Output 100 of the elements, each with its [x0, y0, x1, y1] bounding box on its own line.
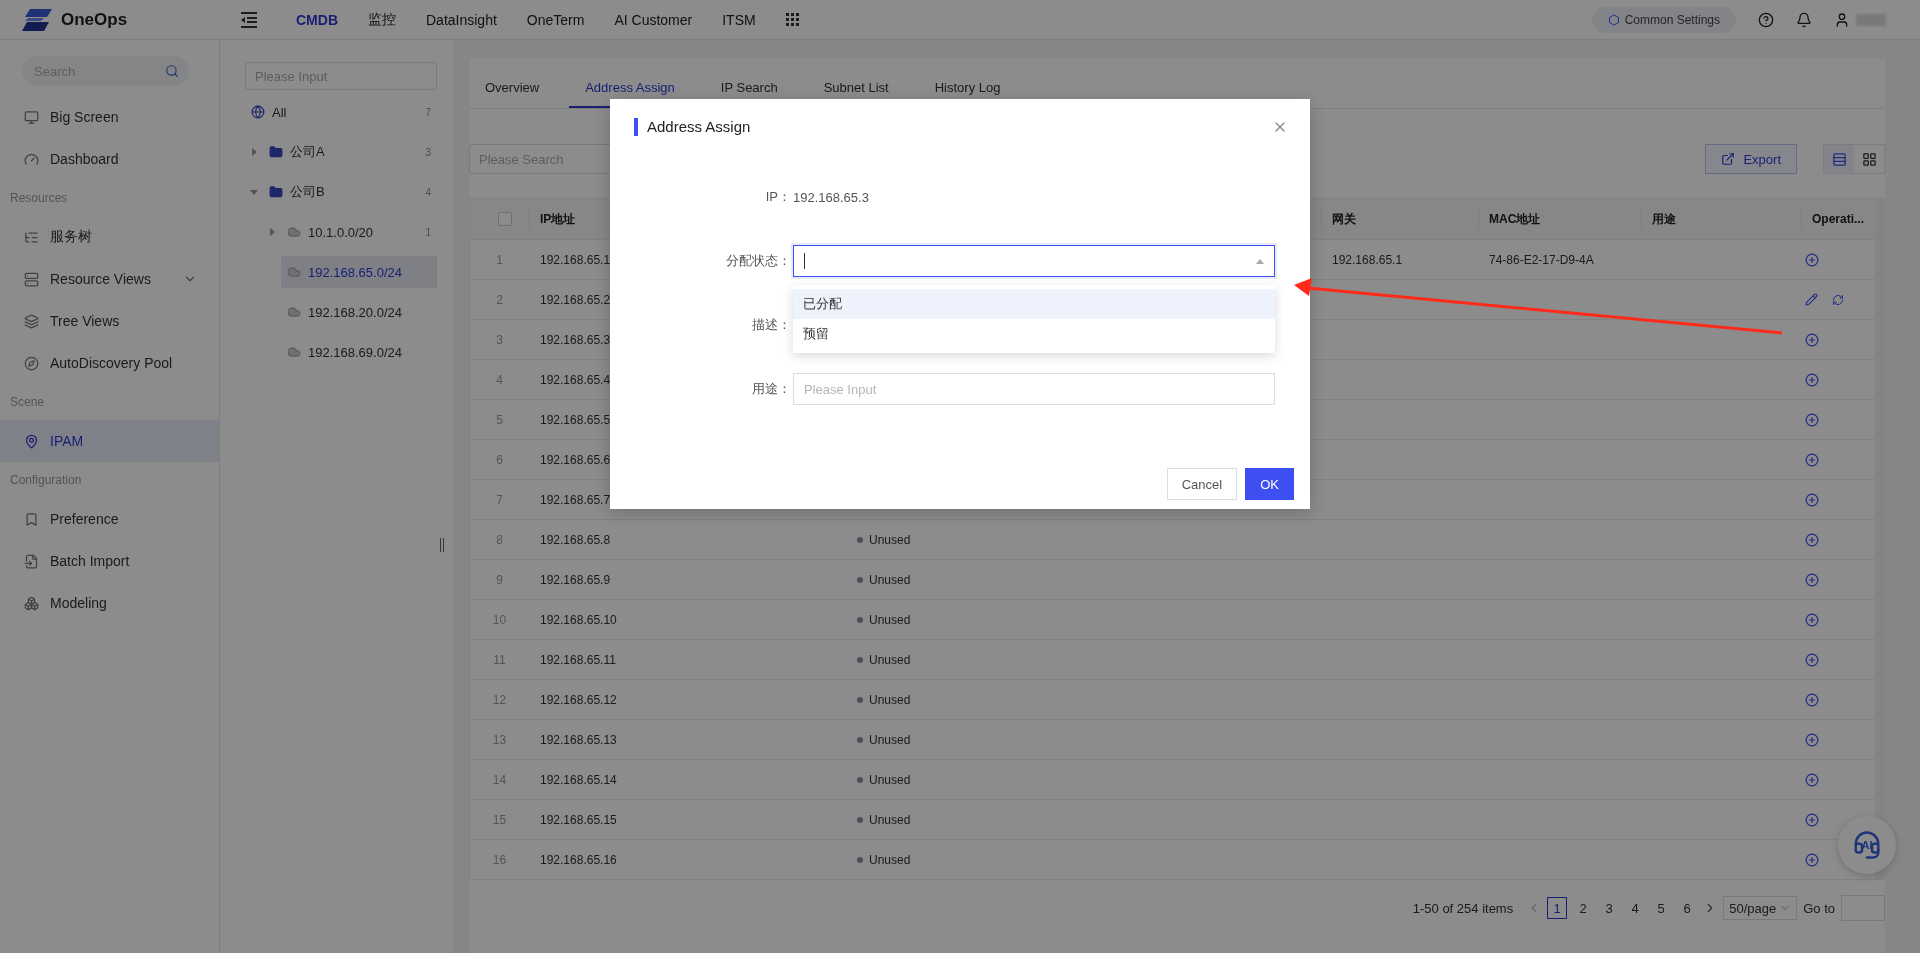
caret-icon[interactable] — [250, 148, 258, 156]
add-icon[interactable] — [1805, 452, 1819, 467]
bell-icon[interactable] — [1796, 11, 1812, 28]
dropdown-option[interactable]: 已分配 — [793, 289, 1275, 319]
caret-icon[interactable] — [250, 188, 258, 196]
row-number: 11 — [492, 652, 507, 667]
edit-icon[interactable] — [1805, 293, 1818, 306]
add-icon[interactable] — [1805, 372, 1819, 387]
row-number: 10 — [491, 612, 508, 627]
row-number: 7 — [495, 492, 504, 507]
table-cell: 192.168.65.8 — [540, 532, 611, 547]
field-label: 描述： — [752, 316, 792, 334]
common-settings-button[interactable]: Common Settings — [1591, 6, 1736, 33]
sync-icon[interactable] — [1832, 293, 1844, 306]
add-icon[interactable] — [1805, 652, 1819, 667]
status-dot — [857, 736, 863, 743]
add-icon[interactable] — [1805, 772, 1819, 787]
field-label: IP： — [765, 188, 792, 206]
nav-tab[interactable]: OneTerm — [526, 11, 585, 28]
status-dot — [857, 776, 863, 783]
apps-grid-icon[interactable] — [785, 12, 800, 27]
table-cell: 192.168.65.16 — [540, 852, 617, 867]
section-heading: Resources — [10, 191, 68, 205]
nav-tab[interactable]: ITSM — [722, 11, 756, 28]
nav-tab[interactable]: CMDB — [296, 11, 338, 28]
add-icon[interactable] — [1805, 492, 1819, 507]
nav-tab[interactable]: AI Customer — [614, 11, 693, 28]
add-icon[interactable] — [1805, 732, 1819, 747]
ok-button[interactable]: OK — [1245, 468, 1294, 500]
row-number: 2 — [495, 292, 504, 307]
sidebar-item[interactable]: Big Screen — [0, 96, 219, 138]
add-icon[interactable] — [1805, 692, 1819, 707]
tab[interactable]: Overview — [469, 69, 556, 108]
page-summary: 1-50 of 254 items — [1412, 900, 1514, 916]
checkbox[interactable] — [497, 212, 512, 226]
row-number: 6 — [495, 452, 504, 467]
table-cell: 192.168.65.2 — [540, 292, 611, 307]
add-icon[interactable] — [1805, 252, 1819, 267]
purpose-input[interactable]: Please Input — [793, 373, 1275, 405]
resize-handle-icon[interactable] — [440, 538, 444, 552]
sidebar-item[interactable]: Resource Views — [0, 258, 219, 300]
tree-item[interactable]: All 7 — [245, 96, 437, 128]
sidebar-item[interactable]: Batch Import — [0, 540, 219, 582]
file-input-icon — [24, 553, 39, 569]
add-icon[interactable] — [1805, 572, 1819, 587]
tree-item[interactable]: 192.168.69.0/24 — [281, 336, 437, 368]
add-icon[interactable] — [1805, 412, 1819, 427]
bookmark-icon — [24, 511, 39, 527]
add-icon[interactable] — [1805, 532, 1819, 547]
row-number: 14 — [491, 772, 508, 787]
folder-icon — [269, 145, 283, 159]
nav-tab[interactable]: 监控 — [368, 10, 396, 29]
tree-item[interactable]: 192.168.20.0/24 — [281, 296, 437, 328]
add-icon[interactable] — [1805, 612, 1819, 627]
page-link[interactable]: 3 — [1599, 897, 1620, 919]
cloud-icon — [287, 345, 301, 359]
sidebar-item[interactable]: 服务树 — [0, 216, 219, 258]
caret-icon[interactable] — [268, 228, 276, 236]
table-cell: 192.168.65.9 — [540, 572, 611, 587]
list-view-button[interactable] — [1824, 145, 1854, 173]
page-link[interactable]: 2 — [1573, 897, 1594, 919]
text-cursor — [804, 253, 805, 269]
page-link[interactable]: 4 — [1625, 897, 1646, 919]
status-dot — [857, 656, 863, 663]
cancel-button[interactable]: Cancel — [1166, 468, 1238, 500]
tree-count: 7 — [425, 106, 431, 118]
column-header: IP地址 — [540, 210, 576, 228]
page-size-select[interactable]: 50/page — [1723, 896, 1798, 920]
tree-count: 3 — [425, 146, 431, 158]
cloud-icon — [287, 305, 301, 319]
sidebar-item[interactable]: IPAM — [0, 420, 219, 462]
sidebar-item[interactable]: Preference — [0, 498, 219, 540]
logo-icon — [22, 8, 52, 31]
status-text: Unused — [869, 772, 911, 787]
tree-item[interactable]: 10.1.0.0/20 1 — [281, 216, 437, 248]
tree-item[interactable]: 公司B 4 — [263, 176, 437, 208]
tree-item[interactable]: 公司A 3 — [263, 136, 437, 168]
add-icon[interactable] — [1805, 812, 1819, 827]
menu-fold-icon[interactable] — [240, 11, 258, 28]
nav-tab[interactable]: DataInsight — [426, 11, 497, 28]
page-link[interactable]: 1 — [1547, 897, 1568, 919]
add-icon[interactable] — [1805, 852, 1819, 867]
status-dot — [857, 696, 863, 703]
row-number: 12 — [491, 692, 508, 707]
status-text: Unused — [869, 812, 911, 827]
help-icon[interactable] — [1758, 11, 1774, 28]
page-link[interactable]: 5 — [1651, 897, 1672, 919]
add-icon[interactable] — [1805, 332, 1819, 347]
status-text: Unused — [869, 852, 911, 867]
sidebar-item[interactable]: AutoDiscovery Pool — [0, 342, 219, 384]
user-icon[interactable] — [1834, 11, 1850, 28]
dropdown-option[interactable]: 预留 — [793, 319, 1275, 349]
sidebar-item[interactable]: Modeling — [0, 582, 219, 624]
page-link[interactable]: 6 — [1677, 897, 1698, 919]
search-icon — [165, 64, 179, 78]
sidebar-item[interactable]: Dashboard — [0, 138, 219, 180]
sidebar-item[interactable]: Tree Views — [0, 300, 219, 342]
list-icon — [1831, 151, 1847, 167]
tree-item[interactable]: 192.168.65.0/24 — [281, 256, 437, 288]
export-button[interactable]: Export — [1705, 144, 1797, 174]
